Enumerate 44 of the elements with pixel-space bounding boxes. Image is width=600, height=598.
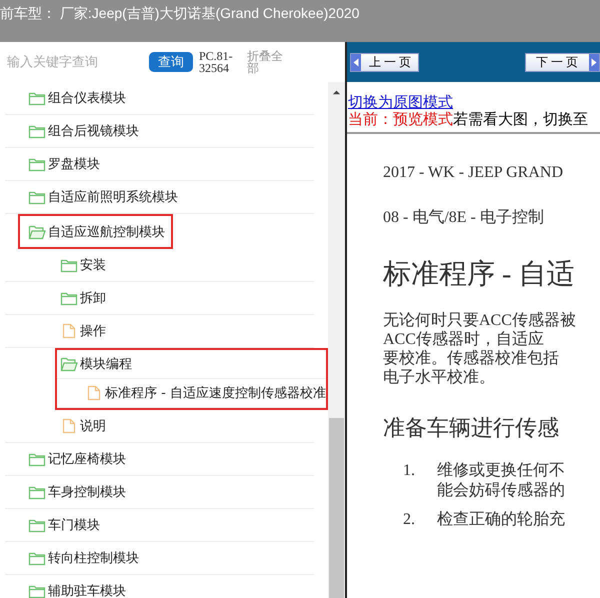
next-page-button[interactable]: 下一页 — [525, 52, 600, 72]
mode-status: 当前：预览模式 — [348, 110, 453, 128]
document-text-line: 无论何时只要ACC传感器被 — [383, 311, 577, 330]
document-title: 标准程序 - 自适 — [383, 258, 576, 292]
file-icon — [85, 385, 103, 401]
code-label: PC.81-32564 — [199, 50, 234, 74]
mode-hint: 若需看大图，切换至 — [453, 110, 588, 128]
file-icon — [60, 323, 78, 339]
step-number: 2. — [402, 510, 416, 530]
document-text-line: 电子水平校准。 — [383, 368, 496, 387]
scroll-up-icon[interactable] — [332, 89, 341, 95]
section-heading: 准备车辆进行传感 — [383, 414, 560, 442]
tree-item[interactable]: 组合后视镜模块 — [48, 122, 139, 140]
document-header-line: 2017 - WK - JEEP GRAND — [383, 164, 564, 183]
tree-item[interactable]: 车门模块 — [48, 516, 100, 534]
tree-item[interactable]: 转向柱控制模块 — [48, 549, 139, 567]
scrollbar[interactable] — [328, 82, 345, 598]
step-text-line: 维修或更换任何不 — [437, 461, 565, 481]
tree-item[interactable]: 说明 — [80, 417, 106, 435]
scrollbar-thumb[interactable] — [329, 418, 344, 598]
tree-item[interactable]: 拆卸 — [80, 289, 106, 307]
step-text-line: 能会妨碍传感器的 — [437, 481, 565, 501]
tree-item[interactable]: 记忆座椅模块 — [48, 450, 126, 468]
step-number: 1. — [402, 461, 416, 481]
tree-item[interactable]: 车身控制模块 — [48, 483, 126, 501]
document-header-line: 08 - 电气/8E - 电子控制 — [383, 208, 545, 228]
previous-page-button[interactable]: 上一页 — [350, 52, 419, 72]
tree-item[interactable]: 操作 — [80, 322, 106, 340]
document-text-line: ACC传感器时，自适应 — [383, 330, 545, 349]
file-icon — [60, 418, 78, 434]
document-text-line: 要校准。传感器校准包括 — [383, 349, 560, 368]
tree-item[interactable]: 自适应巡航控制模块 — [48, 222, 165, 240]
step-text-line: 检查正确的轮胎充 — [437, 510, 565, 530]
search-field[interactable]: 输入关键字查询 — [5, 52, 137, 72]
tree-item[interactable]: 罗盘模块 — [48, 155, 100, 173]
tree-item[interactable]: 安装 — [80, 256, 106, 274]
search-button[interactable]: 查询 — [149, 52, 193, 72]
window-title: 前车型： 厂家:Jeep(吉普)大切诺基(Grand Cherokee)2020 — [0, 5, 360, 21]
mode-switch-link[interactable]: 切换为原图模式 — [348, 93, 453, 111]
tree-item[interactable]: 自适应前照明系统模块 — [48, 188, 178, 206]
tree-item[interactable]: 标准程序 - 自适应速度控制传感器校准 — [105, 384, 326, 402]
tree-item[interactable]: 模块编程 — [80, 355, 132, 373]
tree-item[interactable]: 辅助驻车模块 — [48, 582, 126, 598]
tree-item[interactable]: 组合仪表模块 — [48, 89, 126, 107]
